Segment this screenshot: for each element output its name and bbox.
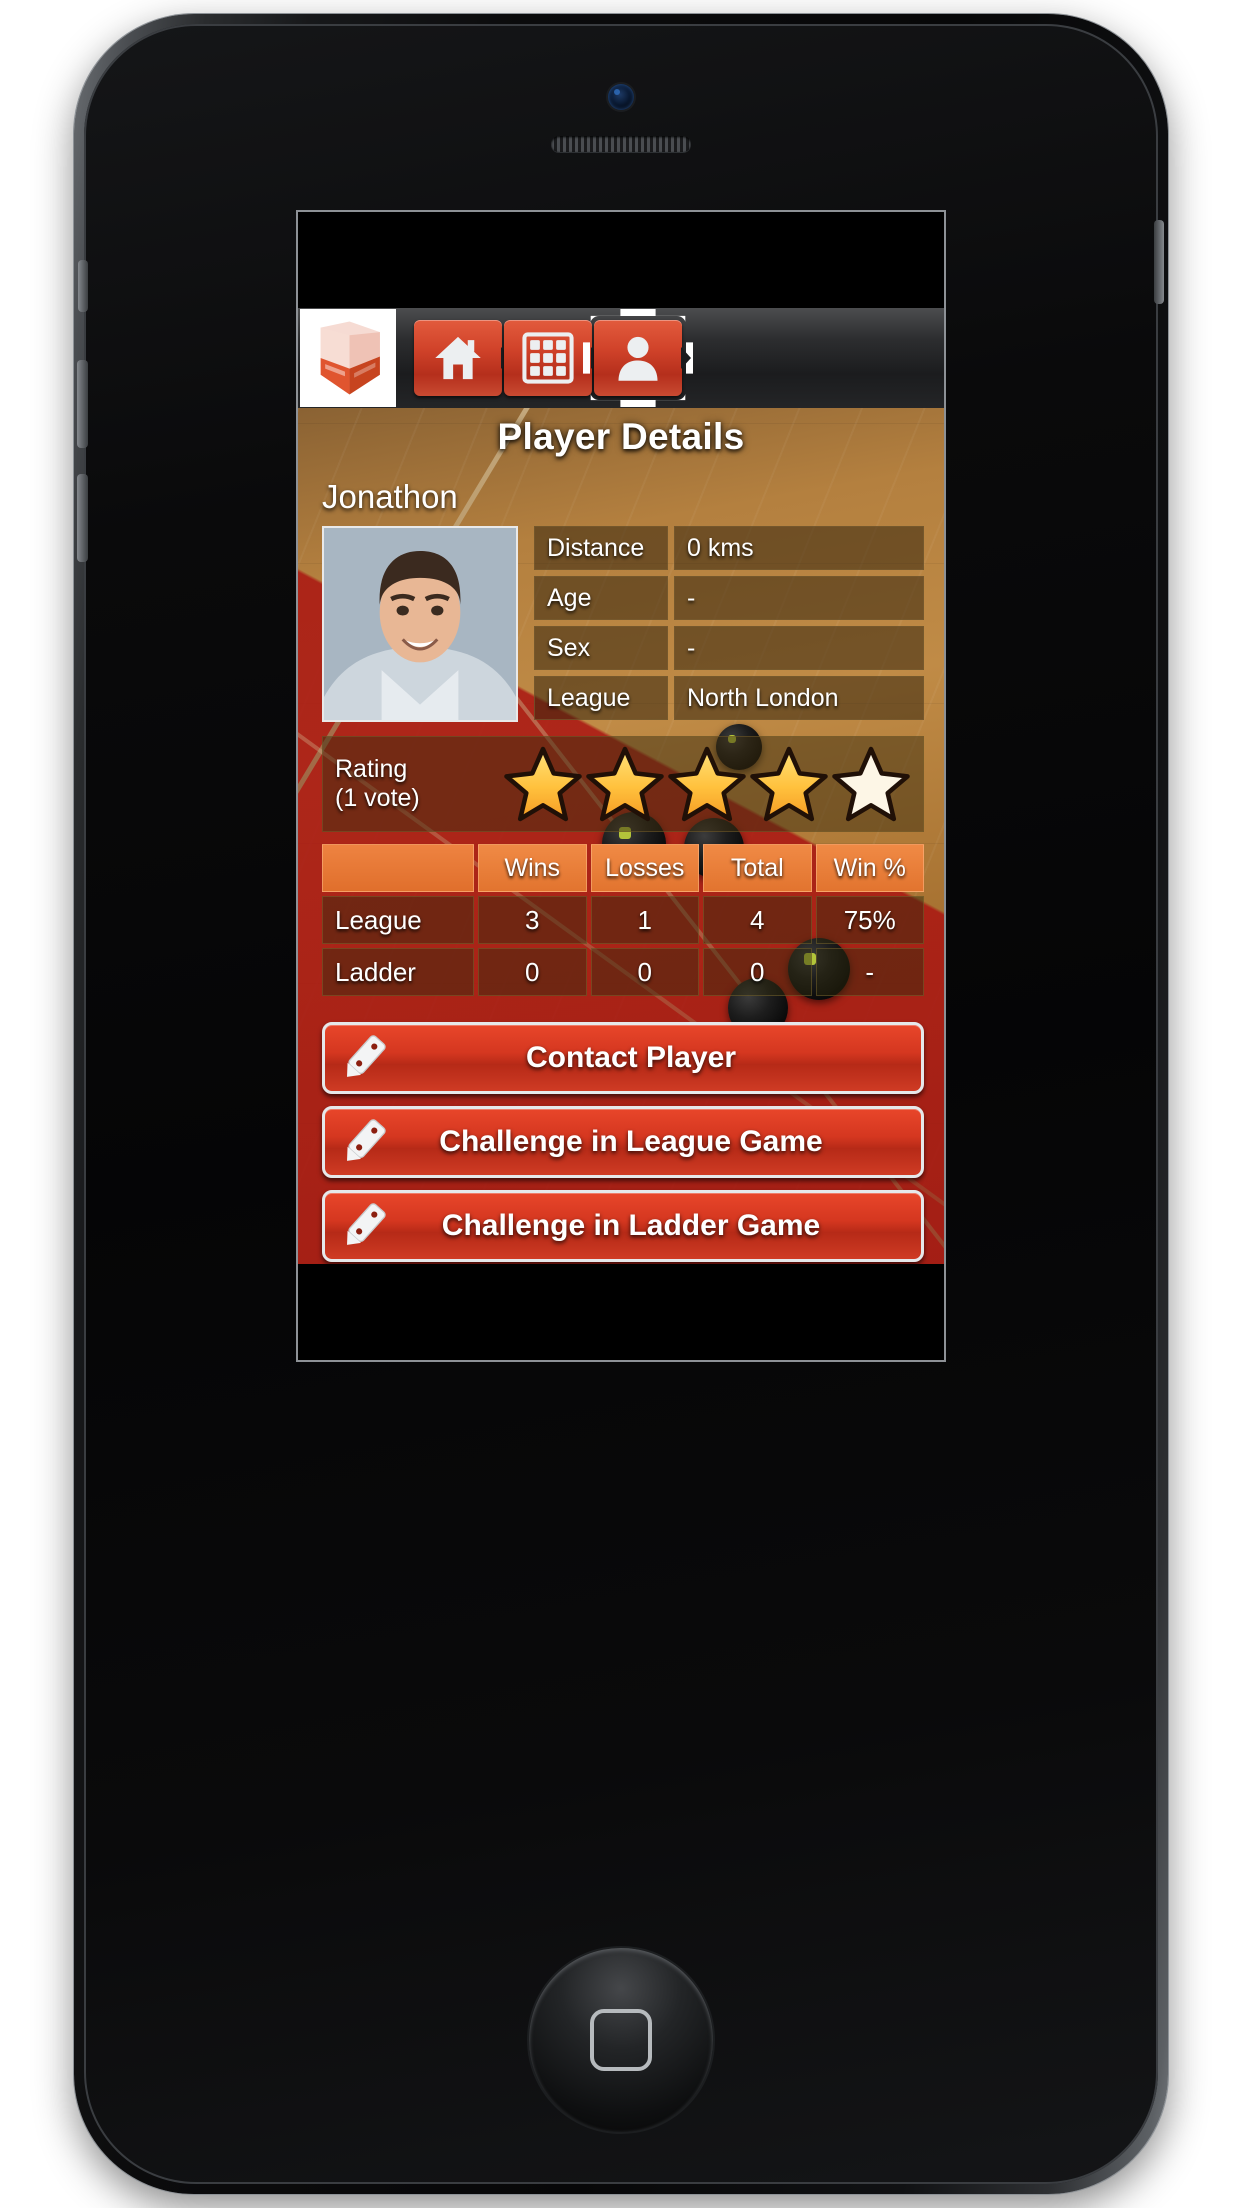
table-row: Age - [534, 576, 924, 620]
pencil-icon [347, 1035, 386, 1077]
rating-stars[interactable] [495, 746, 911, 822]
stats-winpct: - [815, 948, 924, 996]
star-icon-filled[interactable] [503, 746, 583, 822]
rating-title: Rating [335, 754, 408, 783]
player-name: Jonathon [322, 478, 458, 515]
bottom-black-area [298, 1264, 944, 1360]
grid-icon [522, 332, 574, 384]
tab-grid[interactable] [504, 320, 601, 396]
info-value: - [674, 626, 924, 670]
stats-row-label: Ladder [322, 948, 474, 996]
mute-switch[interactable] [78, 260, 88, 312]
challenge-ladder-button[interactable]: Challenge in Ladder Game [322, 1190, 924, 1262]
info-key: Sex [534, 626, 668, 670]
toolbar-tabs [414, 320, 691, 396]
pencil-icon [347, 1119, 386, 1161]
stats-row-label: League [322, 896, 474, 944]
stats-total: 4 [703, 896, 812, 944]
info-key: Age [534, 576, 668, 620]
page-title: Player Details [497, 416, 745, 457]
challenge-league-label: Challenge in League Game [439, 1125, 823, 1158]
stats-col-winpct: Win % [815, 844, 924, 892]
table-header-row: Wins Losses Total Win % [322, 844, 924, 892]
stats-winpct: 75% [815, 896, 924, 944]
info-value: 0 kms [674, 526, 924, 570]
power-button[interactable] [1154, 220, 1164, 304]
stats-col-total: Total [703, 844, 812, 892]
table-row: League 3 1 4 75% [322, 896, 924, 944]
stats-col-wins: Wins [478, 844, 587, 892]
phone-device: Player Details Jonathon Distance 0 kms A… [74, 14, 1168, 2194]
stats-losses: 1 [590, 896, 699, 944]
info-value: North London [674, 676, 924, 720]
rating-section: Rating (1 vote) [322, 736, 924, 832]
pencil-icon [347, 1203, 386, 1245]
challenge-league-button[interactable]: Challenge in League Game [322, 1106, 924, 1178]
home-button[interactable] [529, 1948, 713, 2132]
challenge-ladder-label: Challenge in Ladder Game [441, 1209, 821, 1242]
player-summary-row: Distance 0 kms Age - Sex - League North … [322, 526, 944, 722]
stats-wins: 0 [478, 948, 587, 996]
stats-losses: 0 [590, 948, 699, 996]
stats-total: 0 [703, 948, 812, 996]
stats-table: Wins Losses Total Win % League 3 1 4 75%… [322, 844, 924, 996]
status-bar-area [298, 212, 944, 308]
stats-col-losses: Losses [590, 844, 699, 892]
contact-player-button[interactable]: Contact Player [322, 1022, 924, 1094]
star-icon-filled[interactable] [585, 746, 665, 822]
tab-home[interactable] [414, 320, 511, 396]
contact-player-label: Contact Player [525, 1041, 737, 1074]
table-row: Ladder 0 0 0 - [322, 948, 924, 996]
star-icon-filled[interactable] [749, 746, 829, 822]
phone-screen: Player Details Jonathon Distance 0 kms A… [296, 210, 946, 1362]
stats-col-blank [322, 844, 474, 892]
avatar[interactable] [322, 526, 518, 722]
front-camera-icon [608, 84, 634, 110]
home-square-icon [590, 2009, 652, 2071]
table-row: Sex - [534, 626, 924, 670]
player-info-table: Distance 0 kms Age - Sex - League North … [534, 526, 924, 722]
volume-down-button[interactable] [77, 474, 88, 562]
tab-profile[interactable] [594, 320, 691, 396]
volume-up-button[interactable] [77, 360, 88, 448]
table-row: Distance 0 kms [534, 526, 924, 570]
info-key: Distance [534, 526, 668, 570]
rating-votes: (1 vote) [335, 784, 420, 812]
info-key: League [534, 676, 668, 720]
table-row: League North London [534, 676, 924, 720]
person-icon [618, 336, 658, 381]
player-details-page: Player Details Jonathon Distance 0 kms A… [298, 408, 944, 1264]
tab-divider-arrow [681, 347, 691, 369]
action-buttons: Contact Player Challenge in League Game [322, 1022, 924, 1262]
stats-wins: 3 [478, 896, 587, 944]
app-toolbar [298, 308, 944, 408]
rating-label: Rating (1 vote) [335, 755, 495, 814]
star-icon-empty[interactable] [831, 746, 911, 822]
home-icon [435, 336, 481, 380]
info-value: - [674, 576, 924, 620]
player-photo [324, 528, 516, 720]
earpiece-speaker [551, 136, 691, 152]
squash-court-logo-icon [320, 321, 380, 395]
star-icon-filled[interactable] [667, 746, 747, 822]
phone-bezel: Player Details Jonathon Distance 0 kms A… [77, 24, 1164, 2184]
app-logo[interactable] [300, 309, 396, 407]
